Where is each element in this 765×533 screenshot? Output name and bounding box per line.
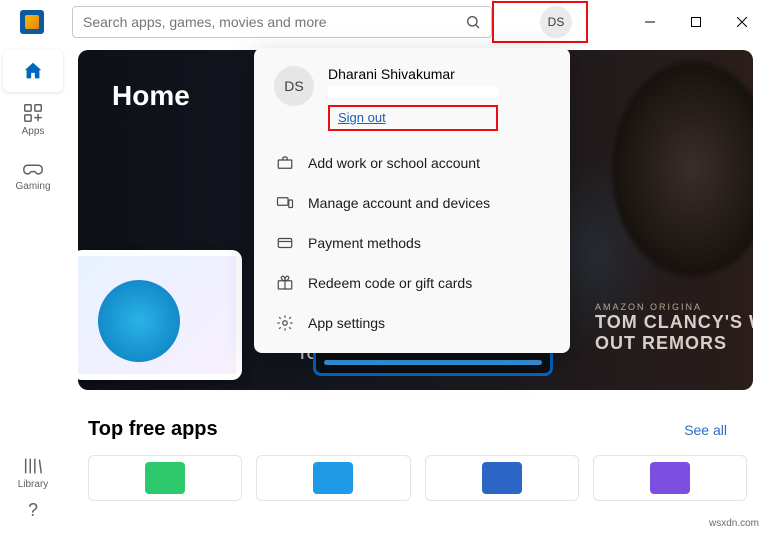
nav-label: Apps <box>22 126 45 137</box>
title-bar: DS <box>0 0 765 44</box>
app-card[interactable] <box>425 455 579 501</box>
profile-button-highlight: DS <box>492 1 588 43</box>
menu-label: Manage account and devices <box>308 195 490 211</box>
account-name: Dharani Shivakumar <box>328 66 498 82</box>
account-flyout: DS Dharani Shivakumar Sign out Add work … <box>254 48 570 353</box>
gift-icon <box>276 274 294 292</box>
devices-icon <box>276 194 294 212</box>
nav-label: Gaming <box>15 181 50 192</box>
maximize-button[interactable] <box>673 0 719 44</box>
menu-redeem-code[interactable]: Redeem code or gift cards <box>254 263 570 303</box>
section-title: Top free apps <box>88 418 218 441</box>
carousel-indicator <box>324 360 542 365</box>
top-free-section: Top free apps See all <box>66 390 765 501</box>
help-button[interactable]: ? <box>28 500 38 521</box>
app-tile-icon <box>482 462 522 494</box>
menu-label: Add work or school account <box>308 155 480 171</box>
minimize-button[interactable] <box>627 0 673 44</box>
app-card[interactable] <box>88 455 242 501</box>
window-controls <box>627 0 765 44</box>
clancy-line1: TOM CLANCY'S WI <box>595 312 753 332</box>
menu-label: Payment methods <box>308 235 421 251</box>
sign-out-link[interactable]: Sign out <box>338 110 386 125</box>
flyout-avatar: DS <box>274 66 314 106</box>
menu-add-work-account[interactable]: Add work or school account <box>254 143 570 183</box>
nav-library[interactable]: Library <box>3 445 63 500</box>
menu-label: Redeem code or gift cards <box>308 275 472 291</box>
amazon-tag: AMAZON ORIGINA <box>595 302 753 312</box>
menu-manage-account[interactable]: Manage account and devices <box>254 183 570 223</box>
store-app-icon <box>20 10 44 34</box>
app-card[interactable] <box>256 455 410 501</box>
profile-button[interactable]: DS <box>540 6 572 38</box>
menu-label: App settings <box>308 315 385 331</box>
sidebar: Home Apps Gaming Library ? <box>0 44 66 533</box>
app-tile-icon <box>145 462 185 494</box>
gear-icon <box>276 314 294 332</box>
hero-right-caption: AMAZON ORIGINA TOM CLANCY'S WI OUT REMOR… <box>595 302 753 354</box>
nav-gaming[interactable]: Gaming <box>3 147 63 202</box>
search-input[interactable] <box>83 14 465 30</box>
app-tile-icon <box>650 462 690 494</box>
signout-highlight: Sign out <box>328 105 498 131</box>
nav-apps[interactable]: Apps <box>3 92 63 147</box>
home-icon <box>22 60 44 82</box>
app-card[interactable] <box>593 455 747 501</box>
see-all-link[interactable]: See all <box>684 422 727 438</box>
apps-icon <box>22 102 44 124</box>
gaming-icon <box>22 157 44 179</box>
clancy-line2: OUT REMORS <box>595 333 727 353</box>
nav-label: Library <box>18 479 49 490</box>
briefcase-icon <box>276 154 294 172</box>
close-button[interactable] <box>719 0 765 44</box>
app-tile-icon <box>313 462 353 494</box>
library-icon <box>22 455 44 477</box>
nav-home[interactable]: Home <box>3 50 63 92</box>
hero-carousel-thumb[interactable] <box>78 250 242 380</box>
search-icon[interactable] <box>465 14 481 30</box>
search-box[interactable] <box>72 6 492 38</box>
account-email-redacted <box>328 86 498 97</box>
menu-app-settings[interactable]: App settings <box>254 303 570 343</box>
menu-payment-methods[interactable]: Payment methods <box>254 223 570 263</box>
watermark: wsxdn.com <box>709 518 759 529</box>
card-icon <box>276 234 294 252</box>
